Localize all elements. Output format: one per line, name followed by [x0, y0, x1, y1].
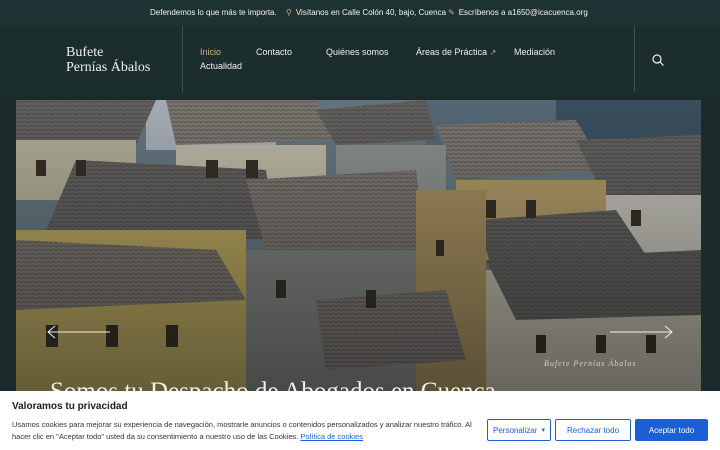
personalize-button[interactable]: Personalizar ▾ — [487, 419, 551, 441]
reject-all-button[interactable]: Rechazar todo — [555, 419, 631, 441]
cookie-text: Usamos cookies para mejorar su experienc… — [12, 420, 472, 441]
email-link[interactable]: ✎ Escríbenos a a1650@icacuenca.org — [448, 8, 588, 17]
top-info-bar: Defendemos lo que más te importa. ⚲ Visí… — [0, 0, 720, 26]
hero-rooftops-image — [16, 100, 701, 400]
personalize-label: Personalizar — [493, 425, 538, 435]
address-text: Visítanos en Calle Colón 40, bajo, Cuenc… — [295, 8, 447, 17]
email-text: Escríbenos a a1650@icacuenca.org — [458, 8, 588, 17]
search-icon[interactable] — [651, 53, 665, 67]
address-link[interactable]: ⚲ Visítanos en Calle Colón 40, bajo, Cue… — [286, 8, 446, 17]
pen-icon: ✎ — [448, 8, 455, 17]
nav-inicio[interactable]: Inicio — [200, 47, 221, 57]
nav-actualidad[interactable]: Actualidad — [200, 61, 242, 71]
nav-quienes-somos[interactable]: Quiénes somos — [326, 47, 389, 57]
next-slide-arrow[interactable] — [610, 324, 674, 340]
logo-line-2: Pernías Ábalos — [66, 60, 151, 75]
external-arrow-icon: ↗ — [489, 48, 497, 57]
hero-slider: Bufete Pernías Ábalos Somos tu Despacho … — [16, 100, 701, 400]
logo-line-1: Bufete — [66, 45, 104, 60]
site-header: Bufete Pernías Ábalos Inicio Contacto Qu… — [0, 26, 720, 94]
cookie-description: Usamos cookies para mejorar su experienc… — [12, 419, 474, 443]
header-divider-right — [634, 26, 635, 92]
nav-contacto[interactable]: Contacto — [256, 47, 292, 57]
location-pin-icon: ⚲ — [286, 8, 292, 17]
caret-down-icon: ▾ — [541, 427, 545, 434]
cookie-title: Valoramos tu privacidad — [12, 401, 128, 412]
previous-slide-arrow[interactable] — [46, 324, 110, 340]
cookie-policy-link[interactable]: Política de cookies — [300, 432, 363, 441]
header-divider-left — [182, 26, 183, 92]
nav-mediacion[interactable]: Mediación — [514, 47, 555, 57]
site-logo[interactable]: Bufete Pernías Ábalos — [66, 45, 150, 75]
nav-areas-label: Áreas de Práctica — [416, 47, 488, 57]
tagline: Defendemos lo que más te importa. — [150, 8, 277, 17]
cookie-consent-banner: Valoramos tu privacidad Usamos cookies p… — [0, 391, 720, 450]
hero-watermark: Bufete Pernías Ábalos — [544, 359, 637, 368]
nav-areas-practica[interactable]: Áreas de Práctica ↗ — [416, 47, 496, 57]
accept-all-button[interactable]: Aceptar todo — [635, 419, 708, 441]
